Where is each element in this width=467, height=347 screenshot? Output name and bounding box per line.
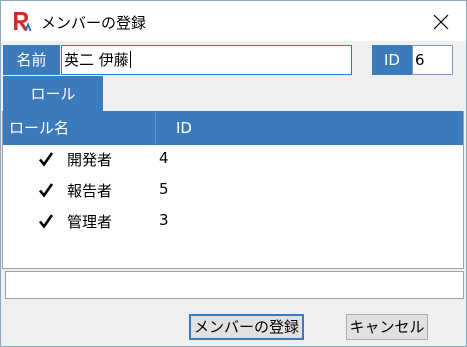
title-bar: メンバーの登録 — [1, 1, 466, 41]
name-label: 名前 — [3, 45, 60, 75]
close-button[interactable] — [421, 7, 461, 37]
window-title: メンバーの登録 — [41, 14, 147, 32]
name-input-value: 英二 伊藤 — [64, 51, 129, 69]
checkmark-icon[interactable] — [38, 213, 54, 229]
checkmark-icon[interactable] — [38, 151, 54, 167]
cancel-button[interactable]: キャンセル — [346, 314, 428, 340]
message-area[interactable] — [5, 271, 464, 299]
role-name: 開発者 — [67, 151, 113, 169]
column-separator[interactable] — [155, 111, 156, 145]
id-input[interactable]: 6 — [412, 45, 453, 75]
member-register-dialog: メンバーの登録 名前 英二 伊藤 ID 6 ロール ロール名 ID 開発者 4 … — [0, 0, 467, 347]
table-row[interactable]: 開発者 4 — [3, 145, 463, 176]
id-input-value: 6 — [415, 51, 425, 69]
text-caret — [129, 51, 131, 68]
roles-tab-panel: ロール名 ID 開発者 4 報告者 5 管理者 3 — [2, 111, 464, 269]
roles-grid-header: ロール名 ID — [3, 111, 463, 145]
name-input[interactable]: 英二 伊藤 — [61, 45, 352, 75]
table-row[interactable]: 報告者 5 — [3, 176, 463, 207]
register-member-button[interactable]: メンバーの登録 — [189, 314, 304, 340]
role-id: 3 — [159, 211, 169, 229]
checkmark-icon[interactable] — [38, 182, 54, 198]
id-label: ID — [372, 45, 412, 75]
role-name: 管理者 — [67, 213, 113, 231]
role-name: 報告者 — [67, 182, 113, 200]
close-icon — [433, 14, 449, 30]
column-header-id[interactable]: ID — [176, 111, 192, 145]
role-id: 5 — [159, 180, 169, 198]
tab-roles[interactable]: ロール — [3, 76, 103, 111]
table-row[interactable]: 管理者 3 — [3, 207, 463, 238]
role-id: 4 — [159, 149, 169, 167]
ra-logo-icon — [11, 10, 33, 32]
roles-grid-body: 開発者 4 報告者 5 管理者 3 — [3, 145, 463, 238]
column-header-role-name[interactable]: ロール名 — [9, 111, 69, 145]
